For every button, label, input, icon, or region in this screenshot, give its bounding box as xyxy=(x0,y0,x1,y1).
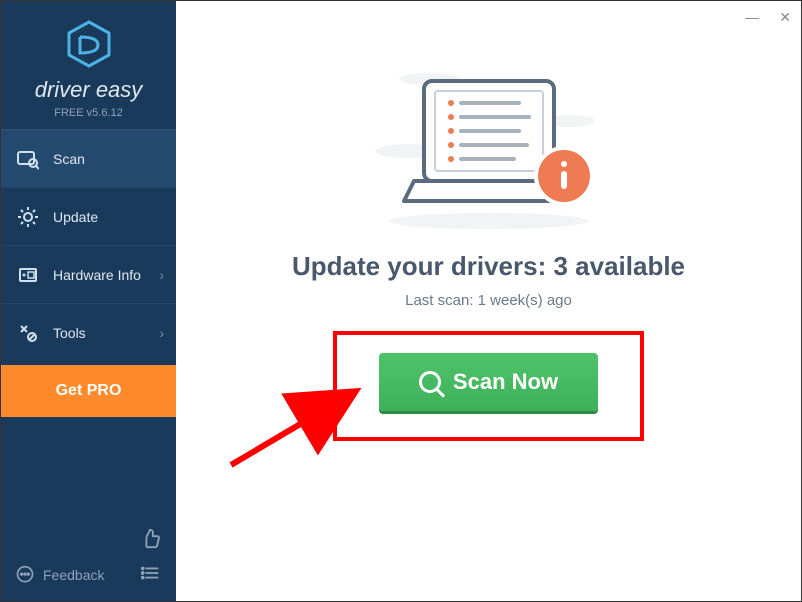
headline-prefix: Update your drivers: xyxy=(292,251,554,281)
nav-item-tools[interactable]: Tools › xyxy=(1,303,176,361)
menu-lines-icon[interactable] xyxy=(140,562,162,587)
scan-now-button[interactable]: Scan Now xyxy=(379,353,598,411)
last-scan-label: Last scan: 1 week(s) ago xyxy=(405,292,572,309)
nav-item-update[interactable]: Update xyxy=(1,187,176,245)
tools-icon xyxy=(17,322,39,344)
app-logo-icon xyxy=(64,19,114,69)
close-button[interactable]: ✕ xyxy=(775,7,795,28)
headline-count: 3 available xyxy=(553,251,685,281)
gear-icon xyxy=(17,206,39,228)
nav: Scan Update Hardware Info › Tools › xyxy=(1,129,176,361)
hardware-icon xyxy=(17,264,39,286)
nav-label: Update xyxy=(53,209,98,225)
version-label: FREE v5.6.12 xyxy=(1,107,176,119)
nav-label: Hardware Info xyxy=(53,267,141,283)
thumbs-up-icon[interactable] xyxy=(140,536,162,553)
sidebar-bottom: Feedback xyxy=(1,515,176,601)
chevron-right-icon: › xyxy=(159,325,164,341)
scan-icon xyxy=(17,148,39,170)
scan-highlight-box: Scan Now xyxy=(333,331,644,441)
sidebar: driver easy FREE v5.6.12 Scan Update Har… xyxy=(1,1,176,601)
chevron-right-icon: › xyxy=(159,267,164,283)
scan-now-label: Scan Now xyxy=(453,369,558,395)
main-panel: Update your drivers: 3 available Last sc… xyxy=(176,1,801,601)
feedback-button[interactable]: Feedback xyxy=(15,565,104,585)
headline: Update your drivers: 3 available xyxy=(292,251,685,282)
nav-item-hardware-info[interactable]: Hardware Info › xyxy=(1,245,176,303)
get-pro-label: Get PRO xyxy=(56,382,122,400)
get-pro-button[interactable]: Get PRO xyxy=(1,365,176,417)
laptop-illustration xyxy=(369,61,609,231)
nav-label: Tools xyxy=(53,325,86,341)
minimize-button[interactable]: — xyxy=(741,7,763,28)
feedback-label: Feedback xyxy=(43,567,104,583)
window-controls: — ✕ xyxy=(741,7,795,28)
nav-item-scan[interactable]: Scan xyxy=(1,129,176,187)
brand-name: driver easy xyxy=(1,77,176,103)
logo-block: driver easy FREE v5.6.12 xyxy=(1,1,176,129)
nav-label: Scan xyxy=(53,151,85,167)
speech-bubble-icon xyxy=(15,565,35,585)
magnifier-icon xyxy=(419,371,441,393)
